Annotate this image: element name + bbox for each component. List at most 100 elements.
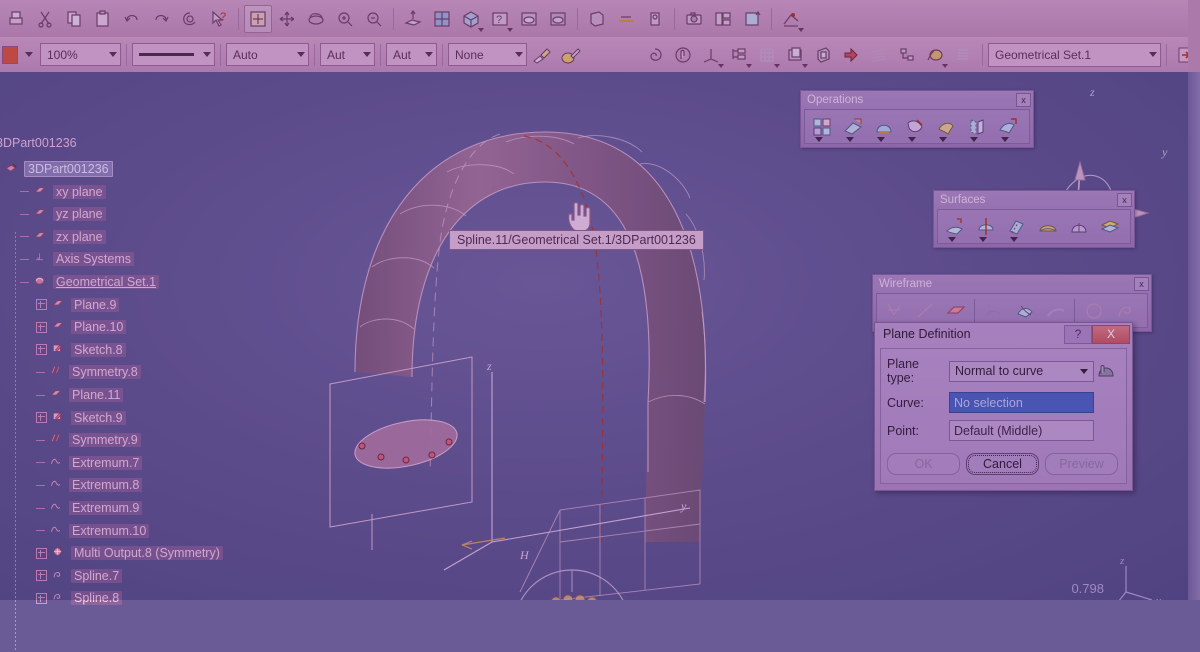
tree-item[interactable]: Extremum.7 xyxy=(36,454,143,472)
parallel-curve-icon[interactable] xyxy=(1040,296,1071,325)
extrapolate-icon[interactable] xyxy=(930,112,961,142)
grid-icon[interactable] xyxy=(753,41,781,69)
circle-icon[interactable] xyxy=(1078,296,1109,325)
tree-expander[interactable] xyxy=(36,547,47,559)
paint-can-button[interactable] xyxy=(557,41,585,69)
tree-item[interactable]: Extremum.10 xyxy=(36,522,150,540)
iso-view-icon[interactable] xyxy=(457,5,485,33)
chevron-down-icon[interactable] xyxy=(478,27,484,32)
fill-icon[interactable] xyxy=(1063,212,1094,241)
redo-icon[interactable] xyxy=(147,5,175,33)
whats-this-icon[interactable]: ? xyxy=(205,5,233,33)
plane-definition-dialog[interactable]: Plane Definition ? X Plane type: Normal … xyxy=(874,322,1133,491)
curve-input[interactable]: No selection xyxy=(949,392,1094,413)
selection-set-icon[interactable] xyxy=(921,41,949,69)
tree-item[interactable]: Plane.9 xyxy=(36,296,120,314)
image-size-icon[interactable] xyxy=(738,5,766,33)
transparency-combo[interactable]: 100% xyxy=(40,43,121,66)
palette-titlebar[interactable]: Surfaces x xyxy=(934,191,1134,208)
tree-item[interactable]: Plane.10 xyxy=(36,318,127,336)
chevron-down-icon[interactable] xyxy=(942,63,948,68)
chevron-down-icon[interactable] xyxy=(979,237,987,242)
chevron-down-icon[interactable] xyxy=(774,63,780,68)
tree-order-icon[interactable] xyxy=(893,41,921,69)
cut-icon[interactable] xyxy=(31,5,59,33)
annotation-icon[interactable] xyxy=(612,5,640,33)
chevron-down-icon[interactable] xyxy=(908,137,916,142)
tree-item[interactable]: 3DPart001236 xyxy=(4,160,113,178)
chevron-down-icon[interactable] xyxy=(798,27,804,32)
offset-icon[interactable] xyxy=(1001,212,1032,242)
paintbrush-button[interactable] xyxy=(528,41,556,69)
color-dropdown-caret[interactable] xyxy=(25,52,33,57)
zoom-out-icon[interactable] xyxy=(360,5,388,33)
close-icon[interactable]: x xyxy=(1134,276,1149,291)
tree-expander[interactable] xyxy=(36,299,47,311)
scene-icon[interactable] xyxy=(641,5,669,33)
tree-item[interactable]: Spline.8 xyxy=(36,589,123,607)
paste-icon[interactable] xyxy=(89,5,117,33)
ok-button[interactable]: OK xyxy=(887,453,960,475)
point-input[interactable]: Default (Middle) xyxy=(949,420,1094,441)
tree-item[interactable]: yz plane xyxy=(20,205,106,223)
chevron-down-icon[interactable] xyxy=(1001,137,1009,142)
work-on-support-icon[interactable] xyxy=(725,41,753,69)
normal-view-icon[interactable] xyxy=(399,5,427,33)
tree-item[interactable]: Spline.7 xyxy=(36,567,123,585)
projection-icon[interactable] xyxy=(978,296,1009,325)
weight-a-combo[interactable]: Aut xyxy=(320,43,375,66)
dialog-help-button[interactable]: ? xyxy=(1064,324,1092,344)
chevron-down-icon[interactable] xyxy=(507,27,513,32)
capture-icon[interactable] xyxy=(680,5,708,33)
analysis-icon[interactable] xyxy=(777,5,805,33)
tree-item[interactable]: Symmetry.8 xyxy=(36,363,141,381)
extrude-icon[interactable] xyxy=(939,212,970,242)
chevron-down-icon[interactable] xyxy=(939,137,947,142)
tree-item[interactable]: Symmetry.9 xyxy=(36,431,141,449)
palette-surfaces[interactable]: Surfaces x xyxy=(933,190,1135,248)
palette-titlebar[interactable]: Wireframe x xyxy=(873,275,1151,292)
render-style-icon[interactable]: ? xyxy=(486,5,514,33)
assemble-icon[interactable] xyxy=(806,112,837,142)
tree-item[interactable]: Extremum.9 xyxy=(36,499,143,517)
render-style-alt-icon[interactable] xyxy=(515,5,543,33)
preview-button[interactable]: Preview xyxy=(1045,453,1118,475)
tree-expander[interactable] xyxy=(36,592,47,604)
tree-item[interactable]: zx plane xyxy=(20,228,106,246)
rotate-icon[interactable] xyxy=(302,5,330,33)
chevron-down-icon[interactable] xyxy=(802,63,808,68)
manipulator-icon[interactable] xyxy=(669,41,697,69)
revolve-icon[interactable] xyxy=(970,212,1001,242)
undo-icon[interactable] xyxy=(118,5,146,33)
right-edge-toolbar-strip[interactable] xyxy=(1188,72,1200,600)
tree-item[interactable]: Sketch.8 xyxy=(36,341,126,359)
axis-system-icon[interactable] xyxy=(697,41,725,69)
color-swatch[interactable] xyxy=(2,45,18,64)
plane-def-icon[interactable] xyxy=(940,296,971,325)
dialog-close-button[interactable]: X xyxy=(1092,324,1130,344)
line-weight-combo[interactable] xyxy=(132,43,215,66)
swap-orientation-icon[interactable] xyxy=(1094,362,1118,381)
stack-icon[interactable] xyxy=(865,41,893,69)
transform-icon[interactable] xyxy=(992,112,1023,142)
close-icon[interactable]: x xyxy=(1117,192,1132,207)
split-icon[interactable] xyxy=(837,112,868,142)
chevron-down-icon[interactable] xyxy=(846,137,854,142)
tree-item[interactable]: xy plane xyxy=(20,183,106,201)
symmetry-op-icon[interactable] xyxy=(961,112,992,142)
palette-titlebar[interactable]: Operations x xyxy=(801,91,1033,108)
print-icon[interactable] xyxy=(2,5,30,33)
translate-icon[interactable] xyxy=(899,112,930,142)
render-combo[interactable]: None xyxy=(448,43,527,66)
tree-item[interactable]: Geometrical Set.1 xyxy=(20,273,160,291)
chevron-down-icon[interactable] xyxy=(815,137,823,142)
chevron-down-icon[interactable] xyxy=(746,63,752,68)
album-icon[interactable] xyxy=(709,5,737,33)
line-icon[interactable] xyxy=(909,296,940,325)
tree-expander[interactable] xyxy=(36,321,47,333)
tree-expander[interactable] xyxy=(36,570,47,582)
pan-icon[interactable] xyxy=(273,5,301,33)
chevron-down-icon[interactable] xyxy=(970,137,978,142)
active-set-combo[interactable]: Geometrical Set.1 xyxy=(988,42,1161,67)
fillet-icon[interactable] xyxy=(868,112,899,142)
